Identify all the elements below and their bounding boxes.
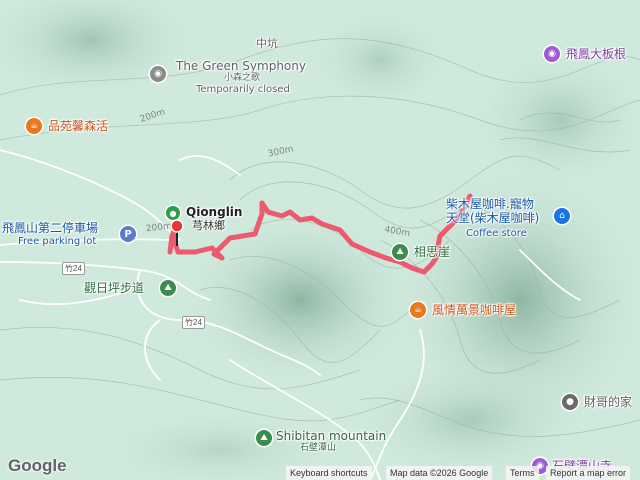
feifeng-dabanggen-label[interactable]: 飛鳳大板根 <box>566 47 626 61</box>
terms-link[interactable]: Terms <box>506 466 539 480</box>
green-symphony-status: Temporarily closed <box>196 84 290 95</box>
hiking-icon[interactable]: ⛰ <box>160 280 176 296</box>
green-symphony-zh: 小森之歌 <box>224 73 261 83</box>
place-label-zhongkeng[interactable]: 中坑 <box>256 37 278 50</box>
parking-name[interactable]: 飛鳳山第二停車場 <box>2 221 98 235</box>
coffee-icon-fengqing[interactable]: ☕ <box>410 302 426 318</box>
road-sign-zhu24-2: 竹24 <box>182 316 205 329</box>
fengqing-label[interactable]: 風情萬景咖啡屋 <box>432 303 516 317</box>
start-label[interactable]: Qionglin <box>186 205 242 219</box>
coffee-icon[interactable]: ☕ <box>26 118 42 134</box>
caige-label[interactable]: 財哥的家 <box>584 395 632 409</box>
map-canvas[interactable]: 中坑 ◉ The Green Symphony 小森之歌 Temporarily… <box>0 0 640 480</box>
keyboard-shortcuts-link[interactable]: Keyboard shortcuts <box>286 466 372 480</box>
coffee-store-label: Coffee store <box>466 228 527 239</box>
start-label-zh: 芎林鄉 <box>192 219 225 232</box>
pinyuan-label[interactable]: 品苑馨森活 <box>48 119 108 133</box>
map-data-attribution: Map data ©2026 Google <box>386 466 493 480</box>
chaimuwu-label-1[interactable]: 柴木屋咖啡.寵物 <box>446 197 534 211</box>
camera-icon-dabanggen[interactable]: ◉ <box>544 46 560 62</box>
camera-icon[interactable]: ◉ <box>150 66 166 82</box>
hiking-icon-shibitan[interactable]: ⛰ <box>256 430 272 446</box>
parking-icon[interactable]: P <box>120 226 136 242</box>
chaimuwu-label-2: 天堂(柴木屋咖啡) <box>446 211 540 225</box>
shibitan-zh-label: 石壁潭山 <box>300 443 337 453</box>
green-symphony-name[interactable]: The Green Symphony <box>176 59 306 73</box>
google-logo: Google <box>8 456 67 475</box>
parking-sub: Free parking lot <box>18 236 97 247</box>
xiangsiyan-label[interactable]: 相思崖 <box>414 245 450 259</box>
guanri-trail-label[interactable]: 觀日坪步道 <box>84 281 144 295</box>
hiking-icon-xiangsiyan[interactable]: ⛰ <box>392 244 408 260</box>
shibitan-en-label[interactable]: Shibitan mountain <box>276 429 386 443</box>
store-icon[interactable]: ⌂ <box>554 208 570 224</box>
red-end-icon[interactable] <box>170 218 184 248</box>
pin-icon[interactable]: ● <box>562 394 578 410</box>
road-sign-zhu24: 竹24 <box>62 262 85 275</box>
report-map-error-link[interactable]: Report a map error <box>546 466 631 480</box>
